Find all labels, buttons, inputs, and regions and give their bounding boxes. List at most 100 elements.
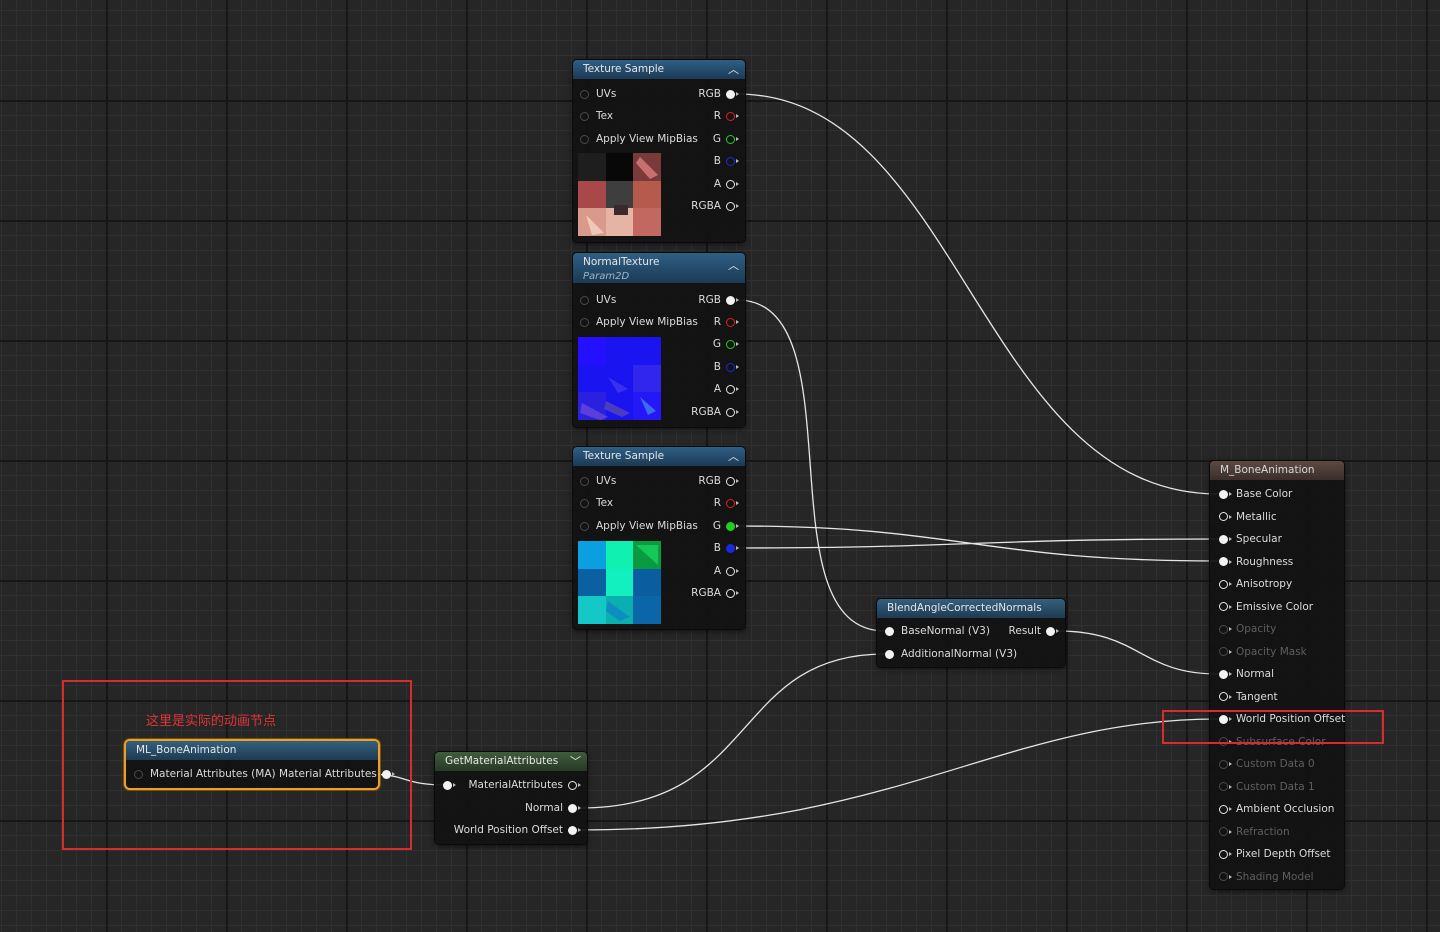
pin-icon[interactable] (568, 780, 577, 790)
collapse-chevron-icon[interactable]: ︿ (728, 447, 739, 466)
pin-icon[interactable] (580, 476, 589, 486)
output-pin-b[interactable]: B (714, 540, 739, 556)
input-pin-tex[interactable]: Tex (580, 108, 613, 124)
pin-icon[interactable] (726, 476, 735, 486)
collapse-chevron-icon[interactable]: ︿ (728, 257, 739, 274)
material-result-node[interactable]: M_BoneAnimation Base Color Metallic Specul… (1210, 461, 1345, 889)
pin-icon[interactable] (580, 317, 589, 327)
input-pin-uvs[interactable]: UVs (580, 86, 616, 102)
pin-icon[interactable] (1219, 557, 1228, 566)
pin-icon[interactable] (1219, 782, 1228, 791)
output-pin-b[interactable]: B (714, 153, 739, 169)
output-pin-a[interactable]: A (714, 563, 739, 579)
pin-icon[interactable] (580, 89, 589, 99)
pin-icon[interactable] (580, 111, 589, 121)
pin-icon[interactable] (568, 825, 577, 835)
input-pin-material-attributes[interactable] (443, 777, 460, 793)
node-header[interactable]: M_BoneAnimation (1210, 461, 1344, 480)
pin-icon[interactable] (885, 649, 894, 659)
pin-icon[interactable] (1219, 489, 1228, 499)
output-pin-r[interactable]: R (714, 108, 739, 124)
material-input-pin[interactable]: Refraction (1219, 824, 1290, 840)
pin-icon[interactable] (1219, 872, 1228, 881)
input-pin-mipbias[interactable]: Apply View MipBias (580, 518, 698, 534)
output-pin-result[interactable]: Result (1009, 623, 1059, 639)
input-pin-uvs[interactable]: UVs (580, 292, 616, 308)
node-header[interactable]: GetMaterialAttributes ﹀ (435, 752, 587, 771)
blend-angle-corrected-normals-node[interactable]: BlendAngleCorrectedNormals BaseNormal (V… (877, 599, 1065, 667)
pin-icon[interactable] (726, 134, 735, 144)
material-input-pin[interactable]: Emissive Color (1219, 599, 1313, 615)
pin-icon[interactable] (1219, 602, 1228, 611)
output-pin-rgba[interactable]: RGBA (691, 198, 739, 214)
pin-icon[interactable] (1219, 647, 1228, 656)
pin-icon[interactable] (726, 543, 735, 553)
texture-sample-node-1[interactable]: Texture Sample ︿ UVs Tex Apply View MipB… (573, 60, 745, 242)
output-pin-rgba[interactable]: RGBA (691, 585, 739, 601)
output-pin-material-attributes[interactable]: MaterialAttributes (469, 777, 581, 793)
material-input-pin[interactable]: Pixel Depth Offset (1219, 846, 1331, 862)
output-pin-b[interactable]: B (714, 359, 739, 375)
node-header[interactable]: NormalTexture Param2D ︿ (573, 253, 745, 283)
input-pin-uvs[interactable]: UVs (580, 473, 616, 489)
output-pin-world-position-offset[interactable]: World Position Offset (454, 822, 581, 838)
pin-icon[interactable] (726, 89, 735, 99)
material-input-pin[interactable]: Metallic (1219, 509, 1277, 525)
material-input-pin[interactable]: Base Color (1219, 486, 1292, 502)
material-input-pin[interactable]: Specular (1219, 531, 1282, 547)
material-input-pin[interactable]: Custom Data 1 (1219, 779, 1315, 795)
pin-icon[interactable] (1219, 624, 1228, 634)
pin-icon[interactable] (580, 498, 589, 508)
pin-icon[interactable] (580, 134, 589, 144)
pin-icon[interactable] (1219, 579, 1228, 589)
pin-icon[interactable] (1219, 534, 1228, 544)
pin-icon[interactable] (580, 521, 589, 531)
input-pin-mipbias[interactable]: Apply View MipBias (580, 131, 698, 147)
material-input-pin[interactable]: Tangent (1219, 689, 1278, 705)
material-input-pin[interactable]: Opacity Mask (1219, 644, 1307, 660)
output-pin-r[interactable]: R (714, 495, 739, 511)
input-pin-mipbias[interactable]: Apply View MipBias (580, 314, 698, 330)
material-input-pin[interactable]: Anisotropy (1219, 576, 1292, 592)
input-pin-tex[interactable]: Tex (580, 495, 613, 511)
pin-icon[interactable] (726, 384, 735, 394)
pin-icon[interactable] (726, 407, 735, 417)
node-header[interactable]: Texture Sample ︿ (573, 447, 745, 466)
material-input-pin[interactable]: Shading Model (1219, 869, 1314, 885)
pin-icon[interactable] (1219, 804, 1228, 814)
node-header[interactable]: Texture Sample ︿ (573, 60, 745, 79)
pin-icon[interactable] (726, 566, 735, 576)
texture-sample-node-2[interactable]: Texture Sample ︿ UVs Tex Apply View MipB… (573, 447, 745, 629)
pin-icon[interactable] (443, 780, 452, 790)
output-pin-rgb[interactable]: RGB (698, 292, 739, 308)
pin-icon[interactable] (726, 521, 735, 531)
output-pin-rgba[interactable]: RGBA (691, 404, 739, 420)
output-pin-g[interactable]: G (713, 131, 739, 147)
input-pin-base-normal[interactable]: BaseNormal (V3) (885, 623, 990, 639)
pin-icon[interactable] (726, 498, 735, 508)
pin-icon[interactable] (726, 339, 735, 349)
pin-icon[interactable] (726, 588, 735, 598)
material-input-pin[interactable]: Opacity (1219, 621, 1276, 637)
output-pin-rgb[interactable]: RGB (698, 86, 739, 102)
material-input-pin[interactable]: Ambient Occlusion (1219, 801, 1334, 817)
material-input-pin[interactable]: Roughness (1219, 554, 1293, 570)
pin-icon[interactable] (726, 201, 735, 211)
pin-icon[interactable] (580, 295, 589, 305)
material-input-pin[interactable]: Normal (1219, 666, 1274, 682)
pin-icon[interactable] (568, 803, 577, 813)
pin-icon[interactable] (1219, 827, 1228, 836)
dropdown-chevron-icon[interactable]: ﹀ (570, 752, 581, 771)
pin-icon[interactable] (726, 156, 735, 166)
pin-icon[interactable] (1219, 759, 1228, 769)
output-pin-a[interactable]: A (714, 176, 739, 192)
output-pin-a[interactable]: A (714, 381, 739, 397)
output-pin-g[interactable]: G (713, 336, 739, 352)
pin-icon[interactable] (726, 111, 735, 121)
input-pin-additional-normal[interactable]: AdditionalNormal (V3) (885, 646, 1017, 662)
node-header[interactable]: BlendAngleCorrectedNormals (877, 599, 1065, 618)
pin-icon[interactable] (726, 179, 735, 189)
material-input-pin[interactable]: Custom Data 0 (1219, 756, 1315, 772)
output-pin-normal[interactable]: Normal (525, 800, 581, 816)
pin-icon[interactable] (1219, 512, 1228, 521)
